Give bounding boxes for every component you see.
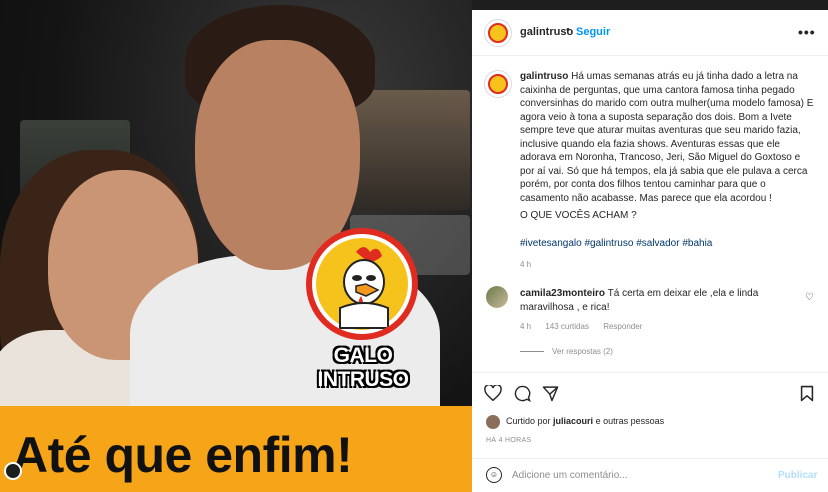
view-replies-label: Ver respostas (2)	[552, 347, 613, 356]
post-header: galintruso • Seguir •••	[472, 10, 828, 56]
post-caption: galintruso Há umas semanas atrás eu já t…	[520, 70, 816, 205]
caption-text: Há umas semanas atrás eu já tinha dado a…	[520, 71, 814, 204]
caption-time: 4 h	[520, 260, 532, 269]
caption-hashtags[interactable]: #ivetesangalo #galintruso #salvador #bah…	[520, 238, 712, 249]
emoji-smiley-icon[interactable]: ☺	[486, 467, 502, 483]
share-send-icon[interactable]	[542, 385, 559, 406]
tagged-user-icon[interactable]	[4, 462, 22, 480]
caption-username[interactable]: galintruso	[520, 71, 568, 82]
banner-text: Até que enfim!	[12, 427, 353, 483]
author-avatar[interactable]	[484, 19, 512, 47]
post-panel: galintruso • Seguir ••• galintruso Há um…	[472, 10, 828, 492]
galo-intruso-logo: GALO INTRUSO	[298, 228, 428, 391]
comment-time: 4 h	[520, 322, 532, 331]
image-banner: Até que enfim!	[0, 406, 472, 492]
post-image[interactable]: GALO INTRUSO Até que enfim!	[0, 0, 472, 492]
publish-button[interactable]: Publicar	[778, 470, 817, 481]
caption-author-avatar[interactable]	[484, 70, 512, 98]
comment-like-heart-icon[interactable]: ♡	[805, 292, 814, 303]
view-replies-button[interactable]: Ver respostas (2)	[520, 347, 613, 356]
follow-button[interactable]: Seguir	[576, 26, 610, 38]
liked-suffix[interactable]: e outras pessoas	[596, 416, 665, 426]
rooster-icon	[339, 247, 389, 329]
post-timestamp[interactable]: HÁ 4 HORAS	[486, 437, 531, 444]
add-comment-bar: ☺ Publicar	[472, 458, 828, 492]
liked-by-avatar[interactable]	[486, 415, 500, 429]
comment: camila23monteiro Tá certa em deixar ele …	[520, 287, 790, 314]
comment-username[interactable]: camila23monteiro	[520, 288, 605, 299]
header-separator: •	[566, 24, 570, 36]
post-actions: Curtido por juliacouri e outras pessoas …	[472, 372, 828, 452]
logo-badge	[306, 228, 418, 340]
logo-text: GALO INTRUSO	[317, 344, 410, 391]
liked-prefix: Curtido por	[506, 416, 551, 426]
comment-meta: 4 h 143 curtidas Responder	[520, 322, 654, 331]
comment-likes[interactable]: 143 curtidas	[545, 322, 589, 331]
like-heart-icon[interactable]	[484, 384, 502, 405]
save-bookmark-icon[interactable]	[800, 385, 814, 406]
comment-input[interactable]	[512, 466, 762, 484]
caption-question: O QUE VOCÊS ACHAM ?	[520, 210, 637, 221]
liked-by: Curtido por juliacouri e outras pessoas	[506, 416, 664, 426]
more-options-icon[interactable]: •••	[798, 24, 816, 40]
reply-button[interactable]: Responder	[603, 322, 642, 331]
replies-divider	[520, 351, 544, 353]
commenter-avatar[interactable]	[486, 286, 508, 308]
comment-bubble-icon[interactable]	[514, 385, 531, 406]
liked-user[interactable]: juliacouri	[553, 416, 593, 426]
